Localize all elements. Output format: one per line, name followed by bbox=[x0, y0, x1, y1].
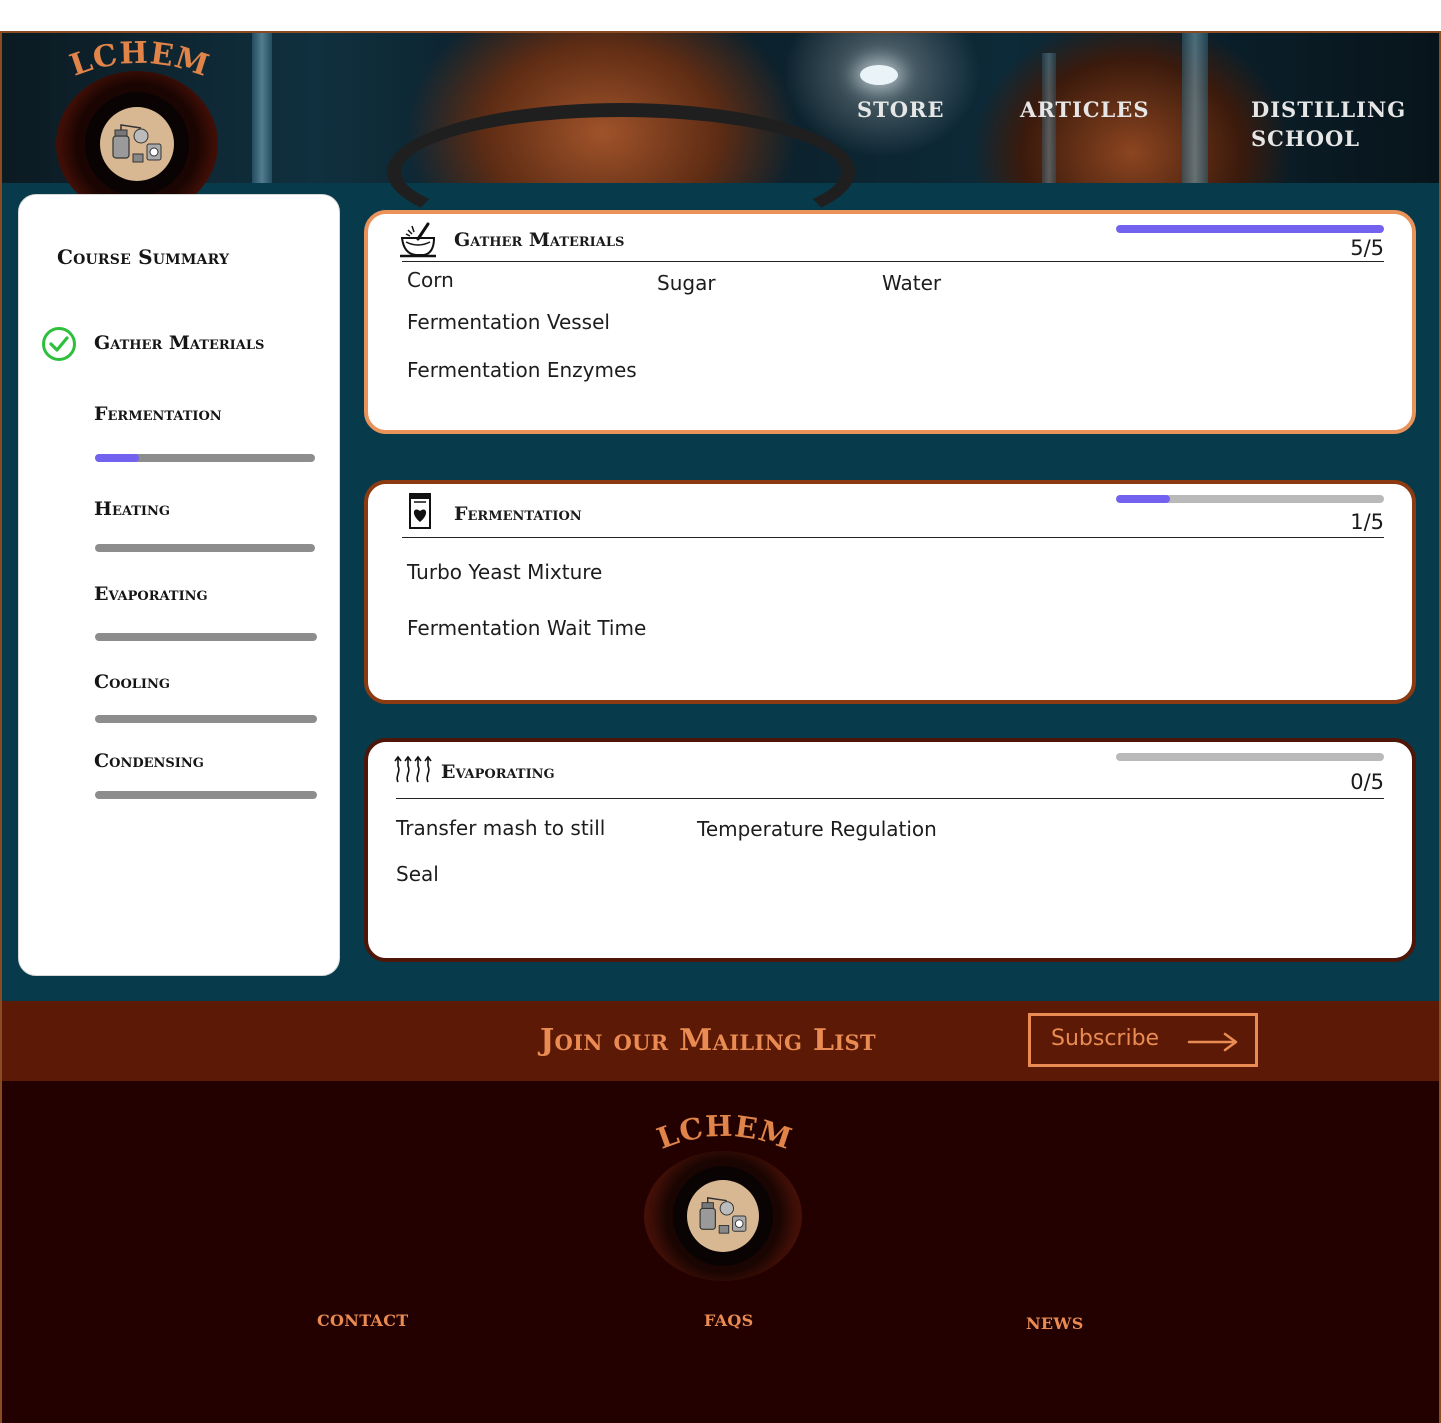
nav-distilling-school[interactable]: DISTILLING SCHOOL bbox=[1251, 95, 1406, 153]
svg-text:ALCHEMY: ALCHEMY bbox=[644, 1115, 797, 1156]
cooling-progress-bar bbox=[95, 715, 317, 723]
progress-fill bbox=[95, 454, 139, 462]
arrow-right-icon bbox=[1187, 1032, 1238, 1052]
lamp-decoration bbox=[860, 65, 898, 85]
nav-school-line: SCHOOL bbox=[1251, 126, 1361, 151]
checklist-item[interactable]: Fermentation Enzymes bbox=[407, 358, 637, 382]
heating-progress-bar bbox=[95, 544, 315, 552]
progress-fill bbox=[1116, 225, 1384, 233]
checklist-item[interactable]: Seal bbox=[396, 862, 439, 886]
fermentation-jar-icon bbox=[409, 493, 431, 529]
page-frame: ALCHEMY STORE ARTICLES bbox=[0, 31, 1441, 1423]
course-summary-sidebar: Course Summary Gather Materials Fermenta… bbox=[18, 194, 340, 976]
card-divider bbox=[402, 261, 1384, 262]
subscribe-button[interactable]: Subscribe bbox=[1028, 1013, 1258, 1067]
fermentation-progress-bar bbox=[95, 454, 315, 462]
card-title: Evaporating bbox=[441, 761, 555, 783]
condensing-progress-bar bbox=[95, 791, 317, 799]
checklist-item[interactable]: Fermentation Wait Time bbox=[407, 616, 646, 640]
card-title: Gather Materials bbox=[454, 229, 625, 251]
distillery-apparatus-icon bbox=[100, 107, 174, 181]
pipe-decoration bbox=[252, 33, 272, 183]
distillery-apparatus-icon bbox=[687, 1180, 759, 1252]
rising-vapor-icon bbox=[394, 755, 432, 783]
checklist-item[interactable]: Water bbox=[882, 271, 941, 295]
card-divider bbox=[402, 537, 1384, 538]
footer-link-news[interactable]: NEWS bbox=[1026, 1314, 1084, 1333]
card-fermentation: Fermentation 1/5 Turbo Yeast Mixture Fer… bbox=[364, 480, 1416, 704]
pipe-decoration bbox=[1182, 33, 1208, 183]
checklist-item[interactable]: Turbo Yeast Mixture bbox=[407, 560, 602, 584]
footer-link-contact[interactable]: CONTACT bbox=[317, 1311, 408, 1330]
footer: ALCHEMY bbox=[2, 1081, 1439, 1423]
card-progress-bar bbox=[1116, 225, 1384, 233]
checklist-item[interactable]: Sugar bbox=[657, 271, 716, 295]
card-evaporating: Evaporating 0/5 Transfer mash to still T… bbox=[364, 738, 1416, 962]
check-circle-icon bbox=[42, 327, 76, 361]
card-gather-materials: Gather Materials 5/5 Corn Sugar Water Fe… bbox=[364, 210, 1416, 434]
nav-distilling-line: DISTILLING bbox=[1251, 97, 1407, 122]
sidebar-item-evaporating[interactable]: Evaporating bbox=[94, 583, 208, 605]
footer-logo-ring bbox=[644, 1151, 802, 1281]
subscribe-label: Subscribe bbox=[1051, 1026, 1160, 1051]
sidebar-item-condensing[interactable]: Condensing bbox=[94, 750, 204, 772]
checklist-item[interactable]: Temperature Regulation bbox=[697, 817, 937, 841]
footer-logo[interactable]: ALCHEMY bbox=[644, 1115, 804, 1285]
checklist-item[interactable]: Transfer mash to still bbox=[396, 816, 605, 840]
evaporating-progress-bar bbox=[95, 633, 317, 641]
mailing-list-band: Join our Mailing List Subscribe bbox=[2, 1001, 1439, 1081]
card-divider bbox=[396, 798, 1384, 799]
card-progress-count: 1/5 bbox=[1350, 510, 1384, 534]
checklist-item[interactable]: Fermentation Vessel bbox=[407, 310, 610, 334]
card-progress-count: 0/5 bbox=[1350, 770, 1384, 794]
footer-link-faqs[interactable]: FAQS bbox=[704, 1311, 754, 1330]
card-progress-count: 5/5 bbox=[1350, 236, 1384, 260]
nav-store[interactable]: STORE bbox=[857, 95, 945, 124]
mortar-pestle-icon bbox=[400, 222, 436, 258]
card-progress-bar bbox=[1116, 495, 1384, 503]
sidebar-item-fermentation[interactable]: Fermentation bbox=[94, 403, 222, 425]
card-title: Fermentation bbox=[454, 503, 582, 525]
sidebar-item-cooling[interactable]: Cooling bbox=[94, 671, 170, 693]
progress-fill bbox=[1116, 495, 1170, 503]
sidebar-item-heating[interactable]: Heating bbox=[94, 498, 170, 520]
sidebar-item-gather-materials[interactable]: Gather Materials bbox=[94, 332, 264, 354]
mailing-list-title: Join our Mailing List bbox=[540, 1023, 876, 1058]
sidebar-title: Course Summary bbox=[57, 245, 230, 269]
card-progress-bar bbox=[1116, 753, 1384, 761]
checklist-item[interactable]: Corn bbox=[407, 268, 454, 292]
nav-articles[interactable]: ARTICLES bbox=[1020, 95, 1149, 124]
